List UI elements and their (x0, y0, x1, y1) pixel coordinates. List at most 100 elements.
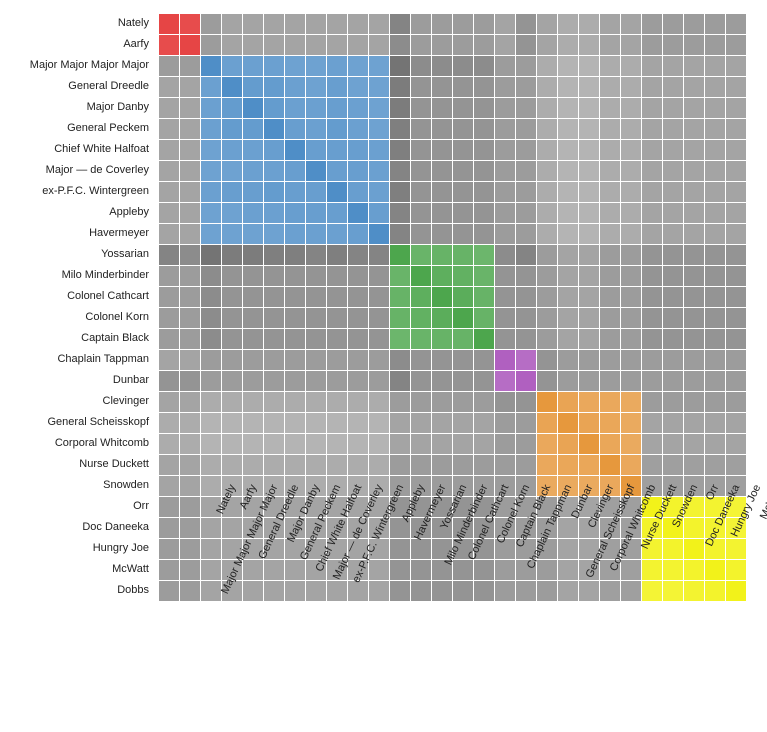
heatmap-cell (705, 203, 725, 223)
heatmap-cell (726, 329, 746, 349)
heatmap-cell (684, 161, 704, 181)
heatmap-cell (621, 392, 641, 412)
heatmap-cell (516, 98, 536, 118)
heatmap-cell (495, 266, 515, 286)
heatmap-cell (264, 308, 284, 328)
heatmap-cell (348, 350, 368, 370)
heatmap-cell (579, 119, 599, 139)
heatmap-cell (516, 266, 536, 286)
heatmap-cell (474, 455, 494, 475)
heatmap-cell (306, 182, 326, 202)
heatmap-cell (726, 203, 746, 223)
heatmap-cell (642, 203, 662, 223)
heatmap-cell (642, 287, 662, 307)
heatmap-cell (600, 413, 620, 433)
heatmap-cell (348, 245, 368, 265)
heatmap-cell (306, 56, 326, 76)
heatmap-cell (642, 77, 662, 97)
heatmap-cell (621, 35, 641, 55)
heatmap-cell (369, 266, 389, 286)
heatmap-cell (159, 308, 179, 328)
heatmap-cell (348, 434, 368, 454)
heatmap-cell (243, 161, 263, 181)
heatmap-cell (432, 77, 452, 97)
heatmap-cell (264, 287, 284, 307)
heatmap-cell (306, 308, 326, 328)
row-label: Dobbs (0, 580, 155, 601)
heatmap-cell (642, 245, 662, 265)
heatmap-cell (705, 371, 725, 391)
heatmap-cell (306, 392, 326, 412)
heatmap-cell (180, 392, 200, 412)
heatmap-cell (705, 245, 725, 265)
heatmap-cell (390, 245, 410, 265)
heatmap-cell (369, 413, 389, 433)
heatmap-cell (327, 413, 347, 433)
heatmap-cell (726, 413, 746, 433)
heatmap-cell (264, 266, 284, 286)
heatmap-cell (537, 56, 557, 76)
heatmap-cell (558, 350, 578, 370)
heatmap-cell (684, 350, 704, 370)
heatmap-cell (222, 434, 242, 454)
heatmap-cell (663, 392, 683, 412)
heatmap-cell (243, 119, 263, 139)
row-label: Chaplain Tappman (0, 349, 155, 370)
row-labels: NatelyAarfyMajor Major Major MajorGenera… (0, 13, 155, 601)
heatmap-cell (642, 119, 662, 139)
heatmap-cell (726, 266, 746, 286)
heatmap-cell (579, 392, 599, 412)
heatmap-cell (180, 182, 200, 202)
heatmap-cell (159, 329, 179, 349)
heatmap-cell (264, 98, 284, 118)
heatmap-cell (369, 224, 389, 244)
heatmap-cell (495, 98, 515, 118)
heatmap-cell (222, 14, 242, 34)
heatmap-cell (243, 35, 263, 55)
heatmap-cell (201, 119, 221, 139)
heatmap-cell (306, 455, 326, 475)
heatmap-cell (327, 203, 347, 223)
heatmap-cell (705, 140, 725, 160)
heatmap-cell (285, 35, 305, 55)
heatmap-cell (579, 77, 599, 97)
heatmap-cell (537, 329, 557, 349)
heatmap-cell (411, 35, 431, 55)
heatmap-cell (621, 119, 641, 139)
heatmap-cell (621, 182, 641, 202)
heatmap-cell (453, 140, 473, 160)
heatmap-cell (327, 98, 347, 118)
row-label: Havermeyer (0, 223, 155, 244)
heatmap-cell (201, 371, 221, 391)
heatmap-cell (579, 140, 599, 160)
heatmap-cell (390, 308, 410, 328)
heatmap-cell (558, 245, 578, 265)
heatmap-cell (453, 392, 473, 412)
heatmap-cell (306, 140, 326, 160)
heatmap-cell (285, 182, 305, 202)
heatmap-cell (201, 35, 221, 55)
heatmap-cell (600, 308, 620, 328)
heatmap-cell (432, 35, 452, 55)
heatmap-cell (180, 98, 200, 118)
heatmap-cell (705, 161, 725, 181)
heatmap-cell (306, 77, 326, 97)
heatmap-cell (243, 140, 263, 160)
heatmap-cell (432, 224, 452, 244)
heatmap-cell (180, 308, 200, 328)
heatmap-cell (348, 161, 368, 181)
heatmap-cell (285, 434, 305, 454)
heatmap-cell (222, 203, 242, 223)
heatmap-cell (390, 182, 410, 202)
heatmap-cell (474, 434, 494, 454)
heatmap-cell (306, 161, 326, 181)
heatmap-cell (327, 308, 347, 328)
row-label: Chief White Halfoat (0, 139, 155, 160)
heatmap-cell (201, 161, 221, 181)
heatmap-cell (495, 455, 515, 475)
heatmap-cell (159, 476, 179, 496)
heatmap-cell (600, 77, 620, 97)
heatmap-cell (516, 329, 536, 349)
heatmap-cell (537, 98, 557, 118)
heatmap-cell (705, 287, 725, 307)
